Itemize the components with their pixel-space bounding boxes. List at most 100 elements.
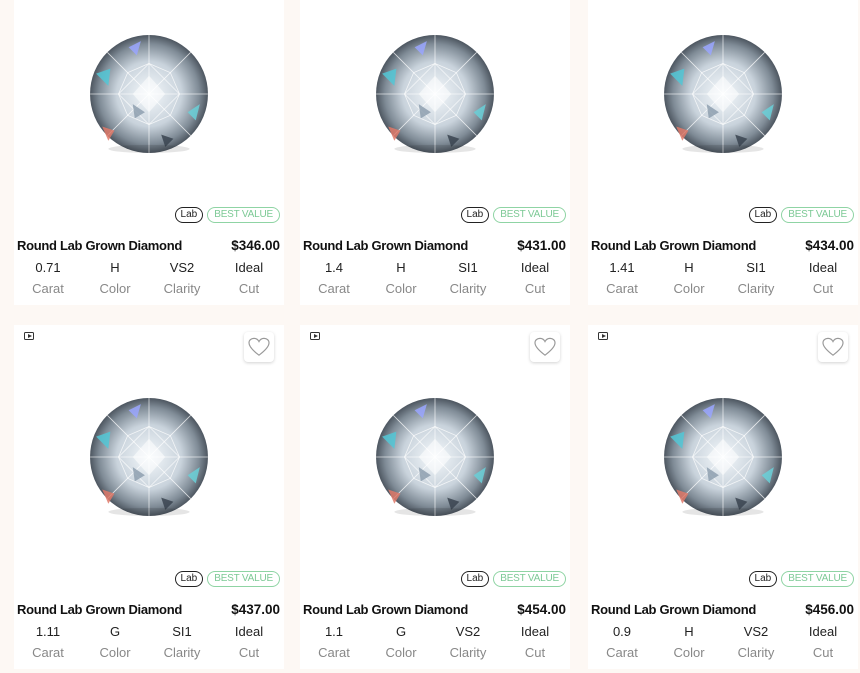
- best-value-badge: BEST VALUE: [781, 207, 854, 223]
- diamond-image[interactable]: [374, 33, 496, 155]
- product-price: $346.00: [231, 238, 280, 253]
- spec-carat: 0.9 Carat: [591, 624, 653, 661]
- title-row: Round Lab Grown Diamond $454.00: [303, 602, 566, 617]
- product-card[interactable]: Lab BEST VALUE Round Lab Grown Diamond $…: [588, 0, 858, 305]
- diamond-image[interactable]: [662, 396, 784, 518]
- spec-cut: Ideal Cut: [504, 260, 566, 297]
- lab-badge: Lab: [174, 571, 204, 587]
- video-icon[interactable]: [598, 332, 608, 340]
- spec-carat: 1.41 Carat: [591, 260, 653, 297]
- spec-color: H Color: [84, 260, 146, 297]
- spec-label: Clarity: [449, 281, 487, 296]
- product-price: $437.00: [231, 602, 280, 617]
- spec-label: Color: [385, 281, 417, 296]
- spec-cut: Ideal Cut: [792, 624, 854, 661]
- spec-cut: Ideal Cut: [218, 624, 280, 661]
- diamond-image[interactable]: [374, 396, 496, 518]
- product-title[interactable]: Round Lab Grown Diamond: [17, 238, 182, 253]
- spec-value: Ideal: [520, 624, 550, 639]
- lab-badge: Lab: [174, 207, 204, 223]
- spec-value: H: [684, 624, 694, 639]
- title-row: Round Lab Grown Diamond $437.00: [17, 602, 280, 617]
- spec-label: Cut: [524, 281, 546, 296]
- favorite-button[interactable]: [244, 332, 274, 362]
- badge-group: Lab BEST VALUE: [174, 207, 280, 223]
- spec-value: G: [109, 624, 121, 639]
- spec-label: Clarity: [737, 281, 775, 296]
- spec-color: G Color: [84, 624, 146, 661]
- spec-carat: 1.1 Carat: [303, 624, 365, 661]
- spec-value: Ideal: [808, 624, 838, 639]
- lab-badge: Lab: [748, 207, 778, 223]
- product-title[interactable]: Round Lab Grown Diamond: [303, 238, 468, 253]
- spec-value: H: [110, 260, 120, 275]
- badge-group: Lab BEST VALUE: [460, 571, 566, 587]
- favorite-button[interactable]: [818, 332, 848, 362]
- spec-label: Cut: [238, 281, 260, 296]
- product-card[interactable]: Lab BEST VALUE Round Lab Grown Diamond $…: [14, 0, 284, 305]
- favorite-button[interactable]: [530, 332, 560, 362]
- video-icon[interactable]: [24, 332, 34, 340]
- diamond-image[interactable]: [88, 396, 210, 518]
- spec-value: SI1: [172, 624, 192, 639]
- product-card[interactable]: Lab BEST VALUE Round Lab Grown Diamond $…: [300, 325, 570, 669]
- title-row: Round Lab Grown Diamond $434.00: [591, 238, 854, 253]
- spec-cut: Ideal Cut: [792, 260, 854, 297]
- spec-value: SI1: [746, 260, 766, 275]
- diamond-image[interactable]: [662, 33, 784, 155]
- spec-label: Cut: [524, 645, 546, 660]
- spec-label: Clarity: [737, 645, 775, 660]
- diamond-image[interactable]: [88, 33, 210, 155]
- spec-label: Color: [99, 645, 131, 660]
- spec-color: H Color: [658, 260, 720, 297]
- heart-icon: [822, 337, 844, 357]
- title-row: Round Lab Grown Diamond $431.00: [303, 238, 566, 253]
- product-card[interactable]: Lab BEST VALUE Round Lab Grown Diamond $…: [300, 0, 570, 305]
- spec-carat: 1.11 Carat: [17, 624, 79, 661]
- product-title[interactable]: Round Lab Grown Diamond: [17, 602, 182, 617]
- spec-value: VS2: [743, 624, 769, 639]
- best-value-badge: BEST VALUE: [493, 207, 566, 223]
- spec-carat: 1.4 Carat: [303, 260, 365, 297]
- badge-group: Lab BEST VALUE: [748, 571, 854, 587]
- spec-label: Cut: [812, 645, 834, 660]
- product-card[interactable]: Lab BEST VALUE Round Lab Grown Diamond $…: [588, 325, 858, 669]
- product-title[interactable]: Round Lab Grown Diamond: [591, 602, 756, 617]
- spec-value: 1.1: [324, 624, 344, 639]
- spec-value: 1.4: [324, 260, 344, 275]
- spec-clarity: VS2 Clarity: [151, 260, 213, 297]
- spec-value: 0.71: [35, 260, 61, 275]
- spec-row: 1.1 Carat G Color VS2 Clarity Ideal Cut: [303, 624, 566, 661]
- spec-value: Ideal: [520, 260, 550, 275]
- spec-value: G: [395, 624, 407, 639]
- spec-carat: 0.71 Carat: [17, 260, 79, 297]
- spec-label: Clarity: [163, 645, 201, 660]
- spec-label: Carat: [318, 645, 350, 660]
- spec-label: Cut: [238, 645, 260, 660]
- heart-icon: [248, 337, 270, 357]
- spec-value: 1.41: [609, 260, 635, 275]
- spec-value: H: [396, 260, 406, 275]
- product-title[interactable]: Round Lab Grown Diamond: [591, 238, 756, 253]
- product-title[interactable]: Round Lab Grown Diamond: [303, 602, 468, 617]
- spec-label: Color: [673, 281, 705, 296]
- product-card[interactable]: Lab BEST VALUE Round Lab Grown Diamond $…: [14, 325, 284, 669]
- badge-group: Lab BEST VALUE: [748, 207, 854, 223]
- spec-clarity: VS2 Clarity: [437, 624, 499, 661]
- best-value-badge: BEST VALUE: [493, 571, 566, 587]
- spec-label: Color: [385, 645, 417, 660]
- lab-badge: Lab: [460, 207, 490, 223]
- spec-row: 0.71 Carat H Color VS2 Clarity Ideal Cut: [17, 260, 280, 297]
- spec-value: VS2: [455, 624, 481, 639]
- spec-value: VS2: [169, 260, 195, 275]
- spec-value: 1.11: [35, 624, 61, 639]
- video-icon[interactable]: [310, 332, 320, 340]
- product-price: $434.00: [805, 238, 854, 253]
- spec-value: Ideal: [234, 260, 264, 275]
- spec-value: Ideal: [234, 624, 264, 639]
- spec-label: Clarity: [163, 281, 201, 296]
- spec-value: Ideal: [808, 260, 838, 275]
- spec-label: Carat: [606, 645, 638, 660]
- spec-clarity: VS2 Clarity: [725, 624, 787, 661]
- spec-label: Clarity: [449, 645, 487, 660]
